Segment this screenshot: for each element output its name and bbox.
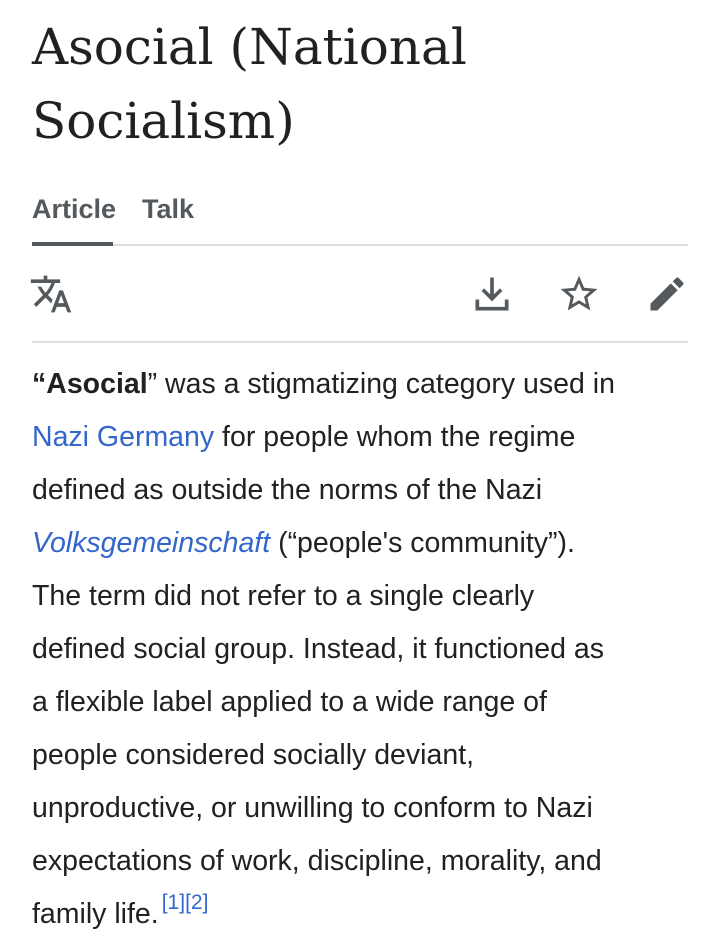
tab-talk[interactable]: Talk [142,190,194,244]
text-line: “Asocial” was a stigmatizing category us… [32,358,700,411]
lead-term: “Asocial [32,368,148,400]
page-tabs: Article Talk [32,190,688,246]
link-nazi-germany[interactable]: Nazi Germany [32,421,214,453]
lead-text: ” was a stigmatizing category used in [147,368,615,400]
edit-icon [650,277,684,311]
reference-link-1[interactable]: [1] [162,891,185,914]
text-line: Volksgemeinschaft (“people's community”)… [32,527,575,559]
text-line: people considered socially deviant, [32,739,475,771]
translate-icon [30,275,72,313]
download-button[interactable] [470,272,514,316]
text-line: defined social group. Instead, it functi… [32,633,604,665]
download-icon [475,277,509,311]
page-title: Asocial (National Socialism) [32,10,692,158]
article-page: Asocial (National Socialism) Article Tal… [0,0,720,947]
star-icon [560,275,598,311]
page-title-line-2: Socialism) [32,92,295,150]
text-line: expectations of work, discipline, morali… [32,845,602,877]
tab-talk-label: Talk [142,194,195,224]
reference-link-2[interactable]: [2] [185,891,208,914]
text-line: Nazi Germany for people whom the regime [32,421,576,453]
text-line: a flexible label applied to a wide range… [32,686,547,718]
text-line: family life. [1][2] [32,891,209,930]
text-line: The term did not refer to a single clear… [32,580,535,612]
page-actions-toolbar [29,246,689,343]
edit-button[interactable] [645,272,689,316]
link-volksgemeinschaft[interactable]: Volksgemeinschaft [32,527,270,559]
article-lead-paragraph: “Asocial” was a stigmatizing category us… [32,358,700,941]
text-line: unproductive, or unwilling to conform to… [32,792,593,824]
tab-article-label: Article [32,194,117,224]
page-title-line-1: Asocial (National [32,18,467,76]
text-line: defined as outside the norms of the Nazi [32,474,543,506]
tab-article[interactable]: Article [32,190,117,246]
watch-star-button[interactable] [557,272,601,316]
references: [1][2] [162,891,209,914]
language-button[interactable] [29,272,73,316]
